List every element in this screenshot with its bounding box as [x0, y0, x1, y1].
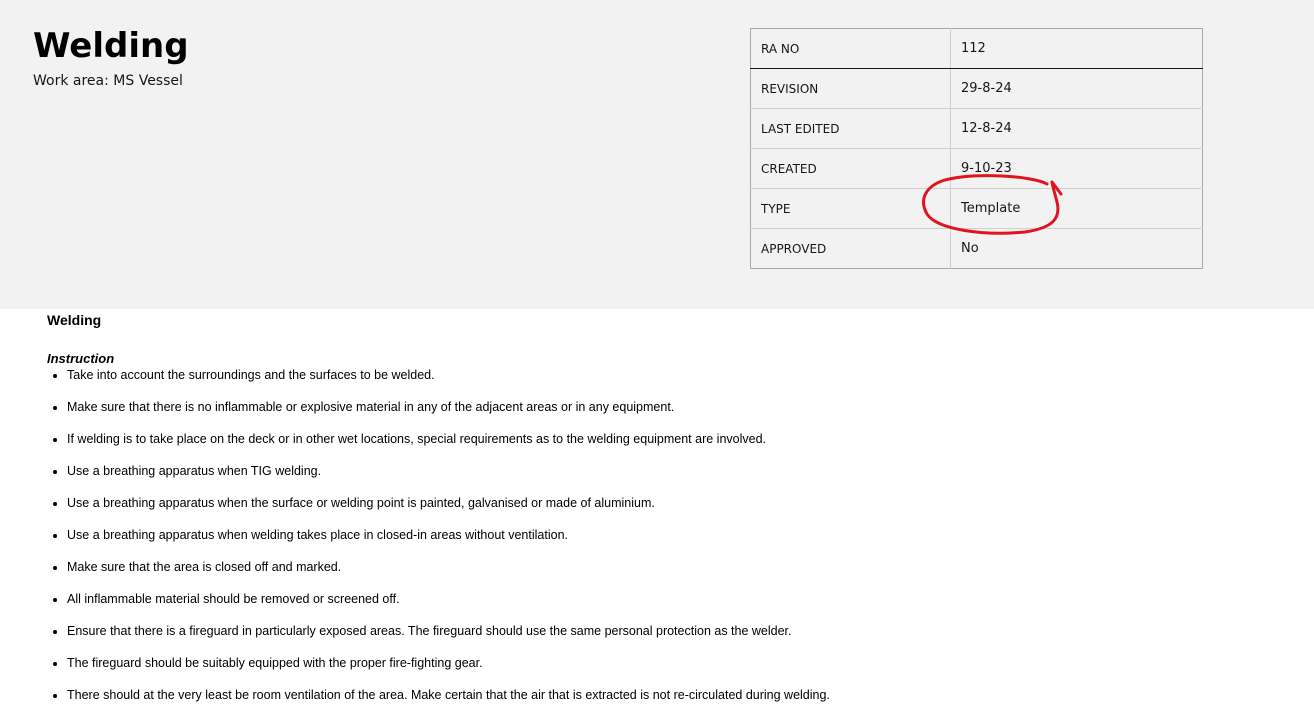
list-item: Make sure that the area is closed off an…: [47, 559, 1287, 591]
bullet-icon: [53, 566, 57, 570]
bullet-icon: [53, 598, 57, 602]
info-key: REVISION: [750, 68, 951, 109]
work-area-label: Work area: MS Vessel: [33, 73, 183, 89]
list-item-text: Use a breathing apparatus when welding t…: [67, 528, 568, 542]
info-row-ra-no: RA NO 112: [750, 28, 1203, 69]
bullet-icon: [53, 374, 57, 378]
list-item-text: Make sure that there is no inflammable o…: [67, 400, 675, 414]
list-item-text: Use a breathing apparatus when the surfa…: [67, 496, 655, 510]
list-item: Use a breathing apparatus when TIG weldi…: [47, 463, 1287, 495]
instruction-subtitle: Instruction: [47, 351, 115, 366]
list-item-text: Ensure that there is a fireguard in part…: [67, 624, 792, 638]
list-item: Ensure that there is a fireguard in part…: [47, 623, 1287, 655]
list-item-text: Take into account the surroundings and t…: [67, 368, 435, 382]
bullet-icon: [53, 630, 57, 634]
list-item-text: All inflammable material should be remov…: [67, 592, 400, 606]
info-key: RA NO: [750, 28, 951, 69]
bullet-icon: [53, 438, 57, 442]
list-item: There should at the very least be room v…: [47, 687, 1287, 719]
section-title: Welding: [47, 312, 102, 328]
info-row-approved: APPROVED No: [750, 228, 1203, 269]
instruction-list: Take into account the surroundings and t…: [47, 367, 1287, 719]
bullet-icon: [53, 662, 57, 666]
list-item: If welding is to take place on the deck …: [47, 431, 1287, 463]
list-item-text: There should at the very least be room v…: [67, 688, 830, 702]
list-item: All inflammable material should be remov…: [47, 591, 1287, 623]
info-row-revision: REVISION 29-8-24: [750, 68, 1203, 109]
info-key: LAST EDITED: [750, 108, 951, 149]
info-value: 112: [950, 28, 1203, 69]
info-row-created: CREATED 9-10-23: [750, 148, 1203, 189]
list-item: The fireguard should be suitably equippe…: [47, 655, 1287, 687]
list-item: Use a breathing apparatus when welding t…: [47, 527, 1287, 559]
list-item-text: Make sure that the area is closed off an…: [67, 560, 342, 574]
list-item-text: Use a breathing apparatus when TIG weldi…: [67, 464, 322, 478]
bullet-icon: [53, 694, 57, 698]
info-row-last-edited: LAST EDITED 12-8-24: [750, 108, 1203, 149]
info-value: 29-8-24: [961, 81, 1012, 96]
info-row-type: TYPE Template: [750, 188, 1203, 229]
list-item-text: If welding is to take place on the deck …: [67, 432, 767, 446]
document-info-table: RA NO 112 REVISION 29-8-24 LAST EDITED 1…: [750, 28, 1203, 269]
list-item: Make sure that there is no inflammable o…: [47, 399, 1287, 431]
bullet-icon: [53, 534, 57, 538]
info-value: 9-10-23: [950, 148, 1203, 189]
info-value: No: [950, 228, 1203, 269]
page-title: Welding: [33, 26, 189, 66]
info-value: 12-8-24: [950, 108, 1203, 149]
instruction-section: Welding Instruction Take into account th…: [47, 311, 1287, 719]
bullet-icon: [53, 502, 57, 506]
bullet-icon: [53, 406, 57, 410]
info-value: Template: [950, 188, 1203, 229]
info-key: APPROVED: [750, 228, 951, 269]
info-key: TYPE: [750, 188, 951, 229]
list-item: Take into account the surroundings and t…: [47, 367, 1287, 399]
bullet-icon: [53, 470, 57, 474]
list-item-text: The fireguard should be suitably equippe…: [67, 656, 483, 670]
info-key: CREATED: [750, 148, 951, 189]
document-header: Welding Work area: MS Vessel RA NO 112 R…: [0, 0, 1314, 309]
list-item: Use a breathing apparatus when the surfa…: [47, 495, 1287, 527]
